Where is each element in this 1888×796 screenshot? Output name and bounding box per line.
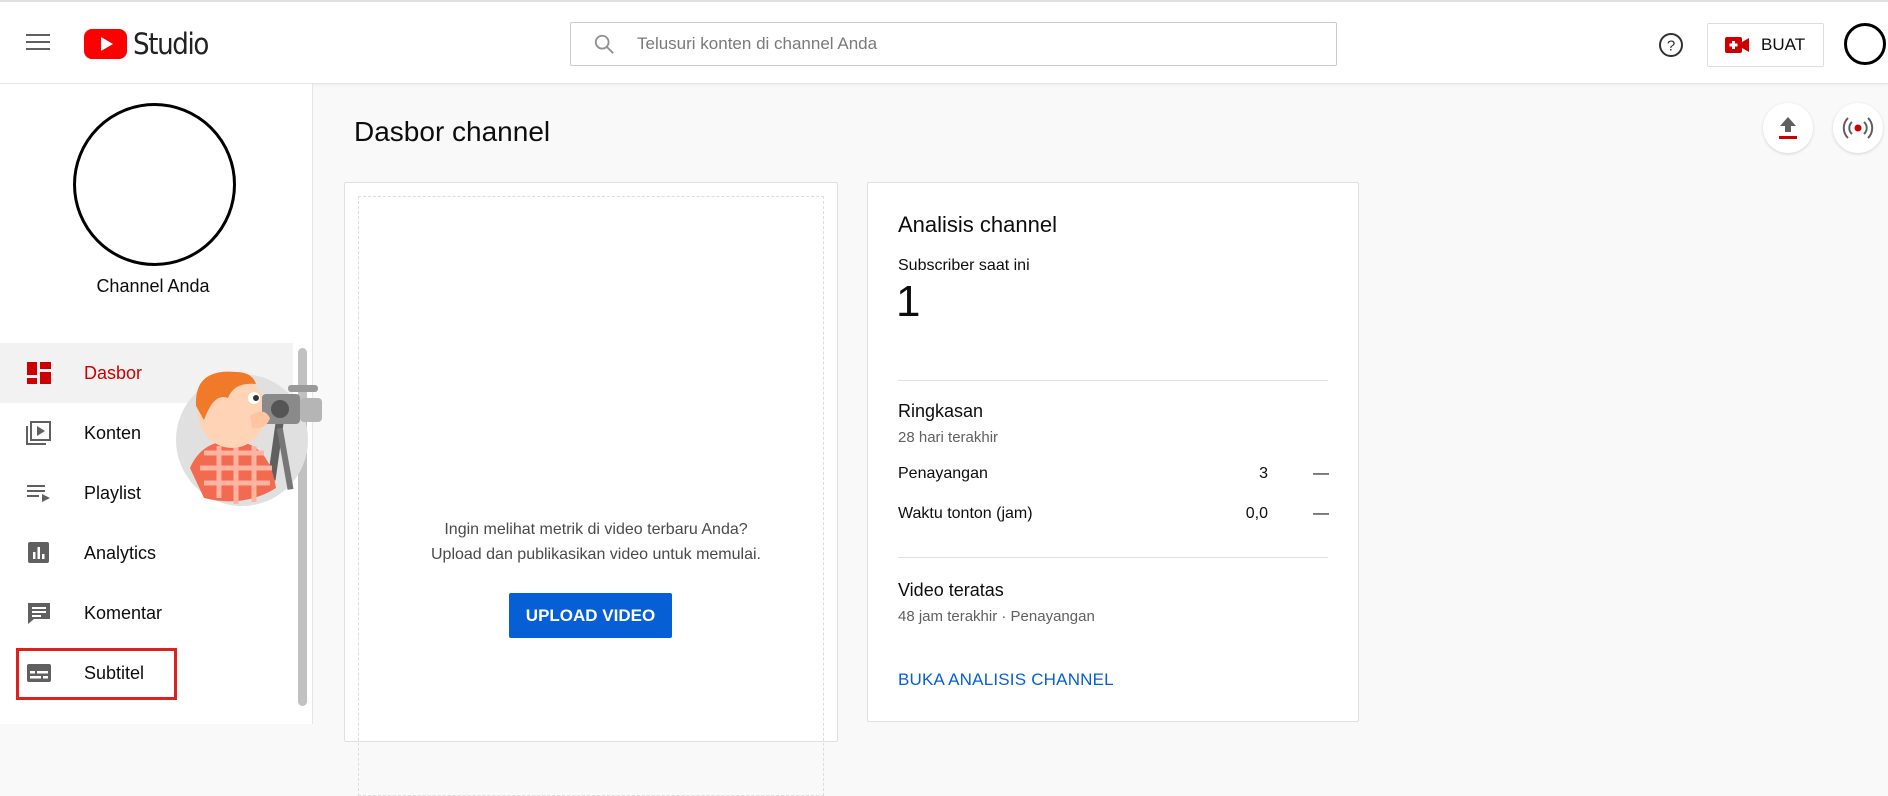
upload-button[interactable] [1763, 103, 1813, 153]
search-icon [594, 34, 614, 54]
content-icon [26, 421, 51, 445]
sidebar-item-subtitel[interactable]: Subtitel [0, 643, 293, 703]
menu-icon[interactable] [26, 34, 50, 52]
sidebar-item-label: Playlist [84, 482, 142, 503]
upload-video-button[interactable]: UPLOAD VIDEO [509, 593, 672, 638]
live-broadcast-icon [1842, 117, 1874, 139]
metric-trend-views: — [1313, 465, 1329, 482]
divider [898, 380, 1328, 381]
upload-prompt-line2: Upload dan publikasikan video untuk memu… [431, 546, 761, 563]
playlist-icon [27, 485, 50, 502]
search-input[interactable] [635, 33, 1289, 55]
subtitles-icon [27, 664, 51, 682]
top-videos-subtitle: 48 jam terakhir · Penayangan [898, 608, 1095, 625]
top-videos-title: Video teratas [898, 580, 1004, 600]
analytics-icon [28, 542, 49, 563]
top-bar: Studio ? BUAT [0, 0, 1888, 84]
youtube-logo-icon [84, 29, 127, 59]
help-icon[interactable]: ? [1658, 32, 1684, 58]
sidebar-item-label: Komentar [84, 602, 163, 623]
logo-text: Studio [133, 27, 209, 61]
upload-prompt-line1: Ingin melihat metrik di video terbaru An… [444, 521, 748, 538]
sidebar-item-label: Analytics [84, 542, 157, 563]
analytics-card-title: Analisis channel [898, 212, 1057, 237]
sidebar-item-komentar[interactable]: Komentar [0, 583, 293, 643]
go-live-button[interactable] [1833, 103, 1883, 153]
metric-label-watch-time: Waktu tonton (jam) [898, 505, 1033, 522]
create-label: BUAT [1761, 35, 1806, 54]
comments-icon [28, 603, 50, 624]
sidebar-item-label: Subtitel [84, 662, 145, 683]
search-bar[interactable] [570, 22, 1337, 66]
upload-dropzone [358, 196, 824, 796]
svg-text:?: ? [1667, 38, 1675, 55]
sidebar-item-analytics[interactable]: Analytics [0, 523, 293, 583]
divider [898, 557, 1328, 558]
channel-name: Channel Anda [96, 276, 210, 296]
sidebar-item-label: Dasbor [84, 362, 143, 383]
upload-card [344, 182, 838, 796]
metric-value-watch-time: 0,0 [1245, 505, 1268, 522]
subscribers-label: Subscriber saat ini [898, 257, 1030, 274]
metric-value-views: 3 [1259, 465, 1268, 482]
metric-trend-watch-time: — [1313, 505, 1329, 522]
open-channel-analytics-link[interactable]: BUKA ANALISIS CHANNEL [898, 670, 1114, 690]
create-button[interactable]: BUAT [1707, 23, 1824, 67]
sidebar-item-label: Konten [84, 422, 142, 443]
upload-icon [1779, 117, 1797, 139]
videographer-illustration [176, 371, 322, 506]
metric-label-views: Penayangan [898, 465, 988, 482]
account-avatar[interactable] [1844, 23, 1886, 65]
summary-period: 28 hari terakhir [898, 429, 999, 446]
subscribers-count: 1 [896, 277, 921, 326]
page-title: Dasbor channel [354, 116, 551, 147]
studio-logo[interactable]: Studio [84, 27, 216, 61]
dashboard-icon [27, 362, 51, 384]
video-camera-icon [1725, 37, 1749, 53]
channel-avatar[interactable] [73, 103, 236, 266]
summary-title: Ringkasan [898, 401, 984, 421]
